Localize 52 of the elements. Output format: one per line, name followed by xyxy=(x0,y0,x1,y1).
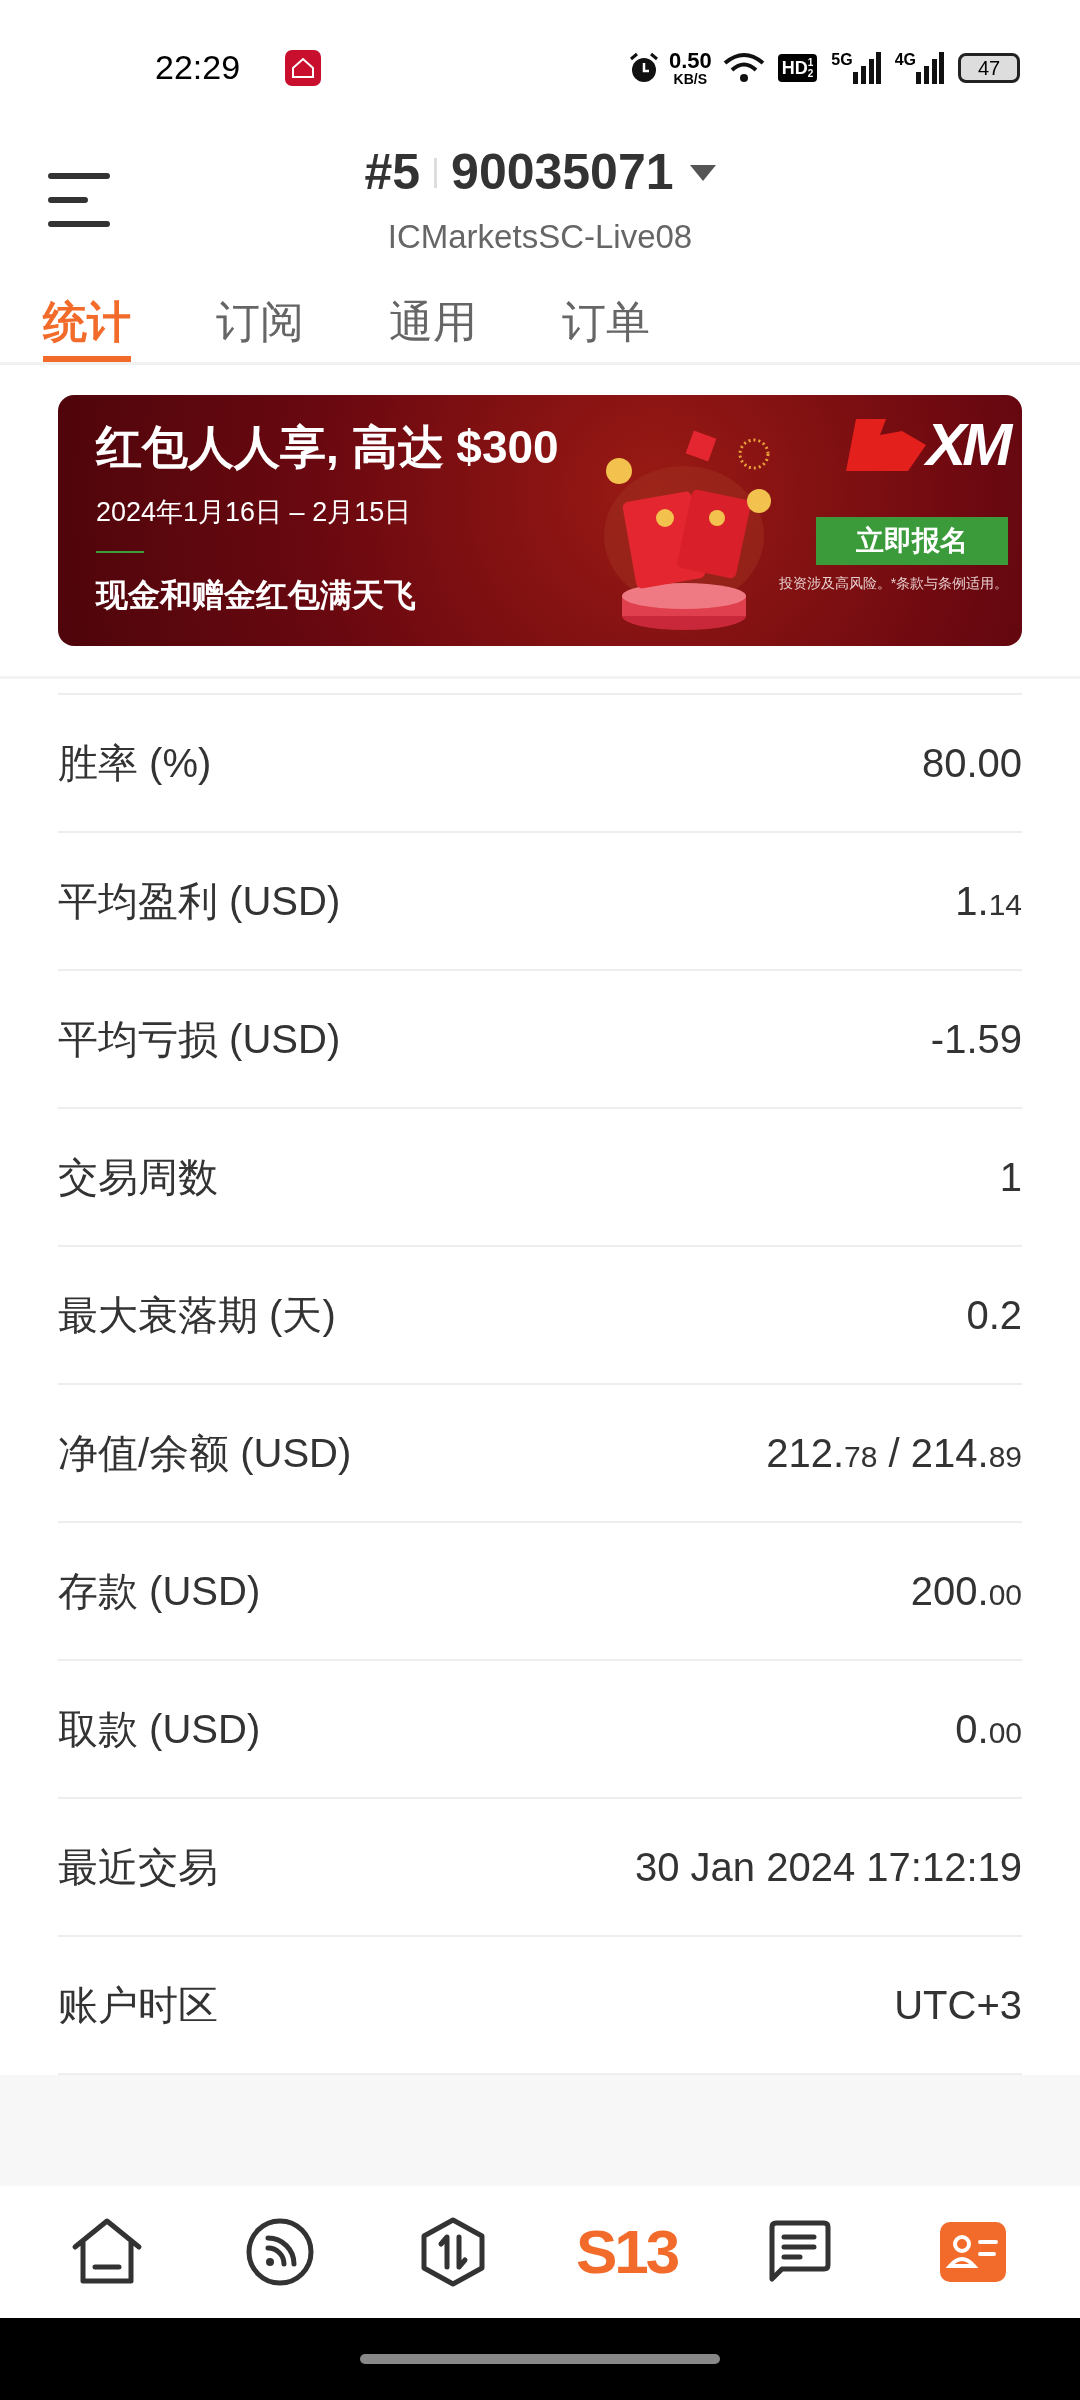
tab[interactable]: 订阅 xyxy=(216,287,304,362)
stat-value: 212.78 / 214.89 xyxy=(766,1430,1022,1477)
stat-label: 取款 (USD) xyxy=(58,1706,261,1753)
register-button[interactable]: 立即报名 xyxy=(816,517,1009,565)
server-name: ICMarketsSC-Live08 xyxy=(387,217,693,257)
up-down-arrows-icon[interactable] xyxy=(421,2217,486,2287)
tab[interactable]: 统计 xyxy=(43,287,131,362)
stat-value: 200.00 xyxy=(910,1568,1022,1615)
stat-label: 净值/余额 (USD) xyxy=(58,1430,352,1477)
profile-card-icon[interactable] xyxy=(940,2222,1007,2282)
signal-icon xyxy=(916,51,944,84)
stat-label: 平均亏损 (USD) xyxy=(58,1016,341,1063)
risk-disclaimer: 投资涉及高风险。*条款与条例适用。 xyxy=(778,574,1009,593)
stat-value: -1.59 xyxy=(930,1016,1022,1063)
stat-label: 胜率 (%) xyxy=(58,740,212,787)
stat-label: 平均盈利 (USD) xyxy=(58,878,341,925)
stat-label: 存款 (USD) xyxy=(58,1568,261,1615)
banner-dates: 2024年1月16日 – 2月15日 xyxy=(96,496,413,529)
s13-logo[interactable]: S13 xyxy=(575,2221,678,2283)
stat-value: 1 xyxy=(999,1154,1022,1201)
speed-unit: KB/S xyxy=(673,71,708,86)
stat-label: 最近交易 xyxy=(58,1844,218,1891)
brand-logo: XM xyxy=(926,415,1009,475)
battery-level: 47 xyxy=(958,52,1020,83)
network-type: 4G xyxy=(894,50,916,70)
clock-time: 22:29 xyxy=(155,47,241,88)
promo-banner[interactable]: 红包人人享, 高达 $300 2024年1月16日 – 2月15日 现金和赠金红包满天飞 XM 立即报名 投资涉及高风险。*条款与条例适用。 xyxy=(58,395,1022,646)
stat-value: 30 Jan 2024 17:12:19 xyxy=(635,1844,1022,1891)
rss-icon[interactable] xyxy=(246,2218,314,2286)
dropdown-caret-icon[interactable] xyxy=(689,164,716,181)
stat-value: 0.00 xyxy=(955,1706,1022,1753)
tab[interactable]: 通用 xyxy=(389,287,477,362)
stat-label: 交易周数 xyxy=(58,1154,218,1201)
message-icon[interactable] xyxy=(767,2219,832,2285)
account-id[interactable]: 90035071 xyxy=(451,135,674,210)
home-icon[interactable] xyxy=(70,2217,143,2287)
network-type: 5G xyxy=(831,50,853,70)
stat-value: 1.14 xyxy=(955,878,1022,925)
stat-value: 0.2 xyxy=(966,1292,1022,1339)
stat-label: 最大衰落期 (天) xyxy=(58,1292,336,1339)
banner-headline: 红包人人享, 高达 $300 xyxy=(96,420,559,475)
wifi-icon xyxy=(721,50,766,85)
banner-tagline: 现金和赠金红包满天飞 xyxy=(96,575,417,615)
menu-icon[interactable] xyxy=(48,172,110,228)
stat-value: 80.00 xyxy=(921,740,1022,787)
stat-value: UTC+3 xyxy=(894,1982,1022,2029)
tab[interactable]: 订单 xyxy=(562,287,650,362)
account-number: #5 xyxy=(364,143,421,202)
network-speed: 0.50 xyxy=(668,49,712,72)
stat-label: 账户时区 xyxy=(58,1982,218,2029)
signal-icon xyxy=(852,51,881,84)
app-notification-icon xyxy=(285,49,322,86)
